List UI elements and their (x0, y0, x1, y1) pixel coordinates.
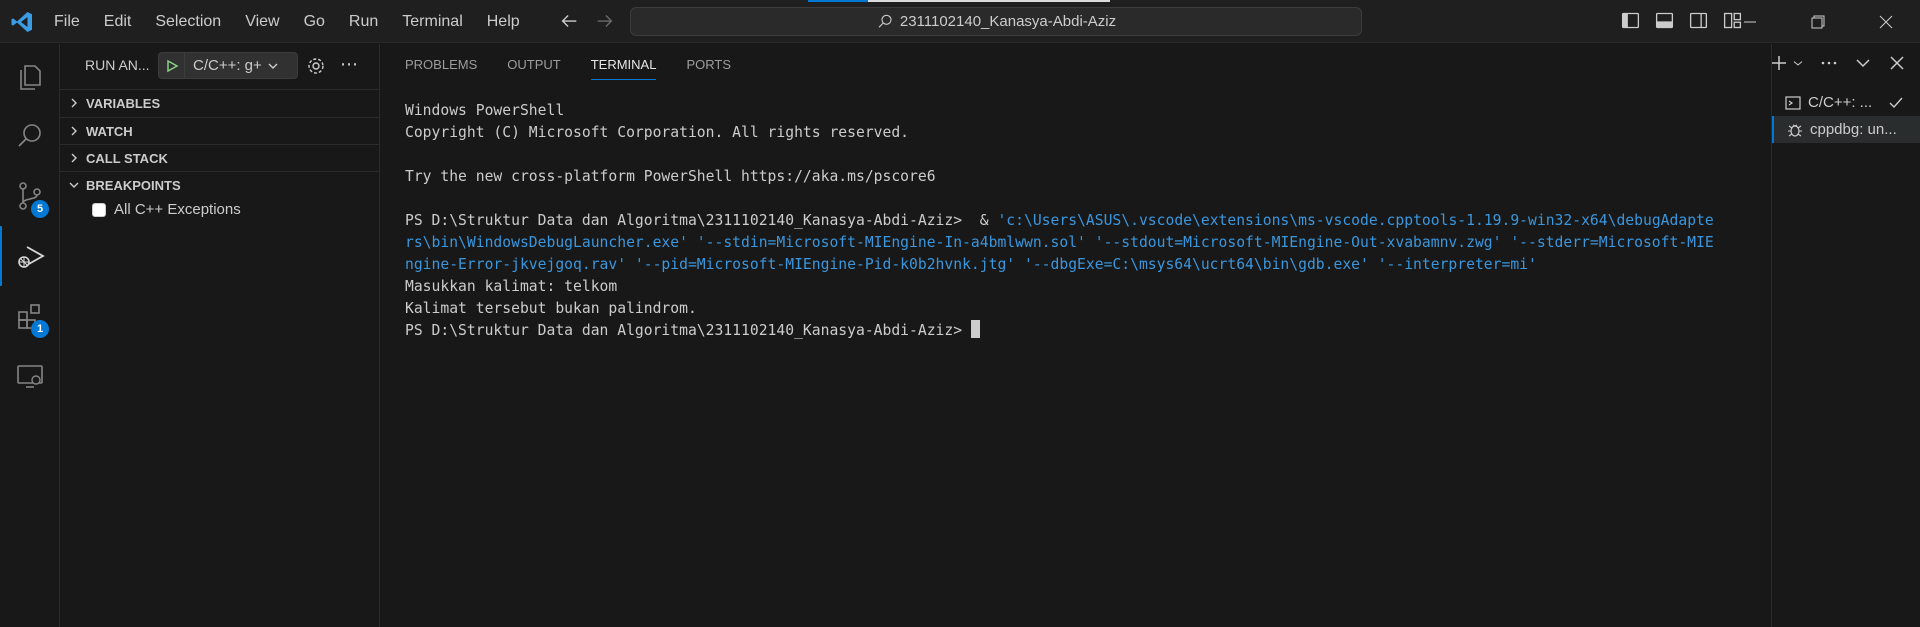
chevron-right-icon (68, 125, 80, 137)
terminal-entry-label: C/C++: ... (1808, 94, 1873, 111)
search-icon (18, 124, 41, 147)
menu-bar: File Edit Selection View Go Run Terminal… (42, 0, 532, 43)
debug-command: 'c:\Users\ASUS\.vscode\extensions\ms-vsc… (997, 212, 1714, 229)
remote-explorer-button[interactable] (0, 346, 60, 406)
forward-arrow-icon[interactable] (594, 10, 616, 32)
terminal-cursor (970, 320, 980, 338)
activity-bar: 5 1 (0, 44, 60, 627)
search-view-button[interactable] (0, 106, 60, 166)
source-control-badge: 5 (31, 200, 49, 218)
chevron-right-icon (68, 97, 80, 109)
debug-command: ngine-Error-jkvejgoq.rav' '--pid=Microso… (405, 256, 1537, 273)
run-debug-button[interactable] (0, 226, 60, 286)
terminal-line: Windows PowerShell (405, 102, 565, 119)
terminal-entry-label: cppdbg: un... (1810, 121, 1897, 138)
chevron-down-icon (68, 179, 80, 191)
restore-icon (1811, 15, 1825, 28)
search-icon (878, 14, 892, 28)
gear-icon[interactable] (306, 56, 326, 76)
chevron-right-icon (68, 152, 80, 164)
debug-icon (1788, 124, 1802, 137)
search-text: 2311102140_Kanasya-Abdi-Aziz (899, 13, 1117, 30)
terminal-output[interactable]: Windows PowerShell Copyright (C) Microsof… (405, 100, 1765, 342)
remote-explorer-icon (17, 365, 43, 388)
panel-tabs: PROBLEMS OUTPUT TERMINAL PORTS (405, 44, 731, 86)
terminal-line: Kalimat tersebut bukan palindrom. (405, 300, 697, 317)
explorer-button[interactable] (0, 46, 60, 106)
vscode-logo-icon (11, 12, 32, 32)
title-progress-fill (808, 0, 868, 2)
debug-command: rs\bin\WindowsDebugLauncher.exe' '--stdi… (405, 234, 1714, 251)
menu-view[interactable]: View (233, 0, 291, 43)
call-stack-label: CALL STACK (86, 150, 168, 166)
debug-config-select[interactable]: C/C++: g+ (158, 52, 298, 79)
title-bar: File Edit Selection View Go Run Terminal… (0, 0, 1920, 43)
prompt-path: PS D:\Struktur Data dan Algoritma\231110… (405, 212, 998, 229)
breakpoint-item: All C++ Exceptions (92, 201, 241, 218)
run-and-debug-sidebar: RUN AN... C/C++: g+ ⋯ VARIABLES WATCH CA… (60, 44, 380, 627)
extensions-badge: 1 (31, 320, 49, 338)
terminal-entry[interactable]: cppdbg: un... (1772, 116, 1920, 143)
chevron-down-icon (268, 63, 278, 69)
start-debugging-button[interactable] (159, 53, 185, 78)
menu-terminal[interactable]: Terminal (390, 0, 474, 43)
close-button[interactable] (1852, 0, 1920, 43)
restore-button[interactable] (1784, 0, 1852, 43)
breakpoint-label: All C++ Exceptions (114, 201, 241, 218)
prompt-path: PS D:\Struktur Data dan Algoritma\231110… (405, 322, 971, 339)
sidebar-header: RUN AN... C/C++: g+ ⋯ (60, 44, 380, 88)
menu-help[interactable]: Help (475, 0, 532, 43)
watch-section[interactable]: WATCH (60, 117, 380, 144)
terminal-line: PS D:\Struktur Data dan Algoritma\231110… (405, 210, 1765, 232)
menu-edit[interactable]: Edit (92, 0, 144, 43)
files-icon (20, 65, 41, 90)
minimize-icon (1744, 21, 1756, 22)
tab-problems[interactable]: PROBLEMS (405, 44, 477, 86)
breakpoints-label: BREAKPOINTS (86, 177, 181, 193)
debug-config-label: C/C++: g+ (193, 57, 262, 74)
tab-terminal[interactable]: TERMINAL (590, 44, 656, 86)
toggle-secondary-sidebar-icon[interactable] (1688, 10, 1709, 31)
toggle-panel-icon[interactable] (1654, 10, 1675, 31)
terminal-line: PS D:\Struktur Data dan Algoritma\231110… (405, 320, 1765, 342)
play-icon (166, 59, 179, 72)
watch-label: WATCH (86, 123, 133, 139)
command-center-search[interactable]: 2311102140_Kanasya-Abdi-Aziz (630, 7, 1362, 36)
menu-run[interactable]: Run (337, 0, 390, 43)
terminal-line: Try the new cross-platform PowerShell ht… (405, 168, 936, 185)
breakpoints-section[interactable]: BREAKPOINTS (60, 171, 380, 198)
terminal-line: Copyright (C) Microsoft Corporation. All… (405, 124, 910, 141)
tab-output[interactable]: OUTPUT (507, 44, 560, 86)
terminal-line: Masukkan kalimat: telkom (405, 278, 618, 295)
terminal-icon (1785, 95, 1801, 110)
call-stack-section[interactable]: CALL STACK (60, 144, 380, 171)
variables-section[interactable]: VARIABLES (60, 89, 380, 116)
run-debug-icon (18, 246, 45, 268)
menu-go[interactable]: Go (292, 0, 337, 43)
all-cpp-exceptions-checkbox[interactable] (92, 202, 106, 217)
variables-label: VARIABLES (86, 95, 161, 111)
sidebar-title: RUN AN... (85, 57, 150, 73)
close-icon (1879, 15, 1893, 28)
bottom-panel: PROBLEMS OUTPUT TERMINAL PORTS Windows P… (380, 44, 1920, 627)
tab-ports[interactable]: PORTS (686, 44, 731, 86)
menu-file[interactable]: File (42, 0, 92, 43)
minimize-button[interactable] (1716, 0, 1784, 43)
extensions-button[interactable]: 1 (0, 286, 60, 346)
check-icon (1889, 97, 1903, 108)
terminal-entry[interactable]: C/C++: ... (1772, 89, 1920, 116)
menu-selection[interactable]: Selection (143, 0, 233, 43)
toggle-primary-sidebar-icon[interactable] (1620, 10, 1641, 31)
terminal-list: C/C++: ... cppdbg: un... (1771, 44, 1920, 627)
source-control-button[interactable]: 5 (0, 166, 60, 226)
back-arrow-icon[interactable] (558, 10, 580, 32)
more-actions-icon[interactable]: ⋯ (340, 54, 359, 75)
